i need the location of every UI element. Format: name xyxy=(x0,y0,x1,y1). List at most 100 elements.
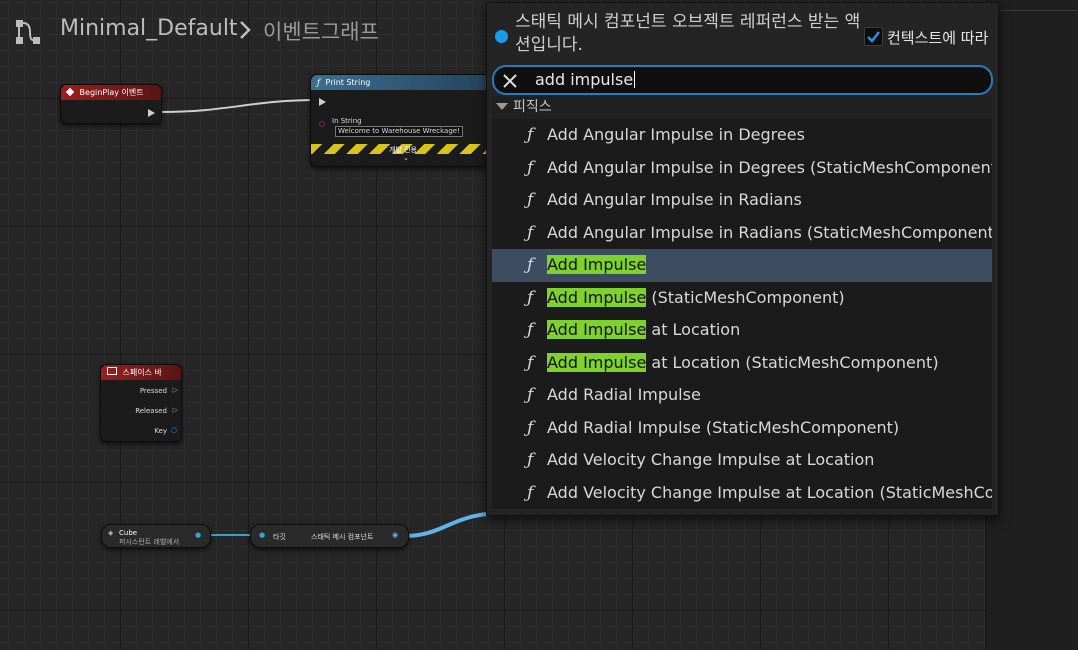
action-search-field[interactable]: add impulse xyxy=(492,65,993,95)
clear-search-icon[interactable] xyxy=(502,73,518,93)
action-item-label: Add Angular Impulse in Degrees xyxy=(547,119,805,152)
action-item-text: Add Radial Impulse (StaticMeshComponent) xyxy=(547,417,900,437)
action-item[interactable]: ƒ Add Radial Impulse xyxy=(492,379,992,412)
action-item-text: Add Angular Impulse in Degrees (StaticMe… xyxy=(547,157,992,177)
function-icon: ƒ xyxy=(527,450,534,470)
action-item-text: at Location (StaticMeshComponent) xyxy=(646,352,939,372)
get-static-mesh-component-node[interactable]: ● 타깃 스태틱 메시 컴포넌트 ◉ xyxy=(250,524,409,548)
action-item-label: Add Impulse at Location (StaticMeshCompo… xyxy=(547,347,939,380)
exec-in-pin[interactable] xyxy=(319,98,326,106)
spacebar-header: 스페이스 바 xyxy=(101,365,181,380)
component-out-pin[interactable]: ◉ xyxy=(392,531,398,539)
print-string-node[interactable]: ƒ Print String ○ In String Welcome to Wa… xyxy=(310,74,490,167)
target-pin[interactable]: ● xyxy=(259,531,265,539)
chevron-down-icon[interactable]: ⌄ xyxy=(403,154,409,162)
function-icon: ƒ xyxy=(527,320,534,340)
action-item[interactable]: ƒ Add Velocity Change Impulse at Location… xyxy=(492,477,992,510)
function-icon: ƒ xyxy=(527,482,534,503)
action-item-text: Add Angular Impulse in Radians (StaticMe… xyxy=(547,222,992,242)
pressed-pin-label: Pressed xyxy=(139,387,167,395)
target-label: 타깃 xyxy=(273,533,286,541)
action-item[interactable]: ƒ Add Velocity Change Impulse at Location xyxy=(492,444,992,477)
collapse-arrow-icon[interactable] xyxy=(496,103,508,110)
category-label: 피직스 xyxy=(513,99,552,115)
category-physics[interactable]: 피직스 xyxy=(492,96,992,119)
action-item-text: Add Angular Impulse in Radians xyxy=(547,190,802,209)
action-item[interactable]: ƒ Add Impulse at Location (StaticMeshComp… xyxy=(492,347,992,380)
released-exec-pin[interactable]: ▷ xyxy=(173,406,178,414)
action-item[interactable]: ƒ Add Angular Impulse in Degrees (StaticM… xyxy=(492,152,992,185)
checkmark-icon xyxy=(867,31,880,43)
keyboard-icon xyxy=(107,367,117,375)
in-string-input[interactable]: Welcome to Warehouse Wreckage! xyxy=(335,126,463,137)
function-icon: ƒ xyxy=(527,352,534,373)
function-icon: ƒ xyxy=(527,385,534,405)
beginplay-title: BeginPlay 이벤트 xyxy=(79,88,144,97)
spacebar-node[interactable]: 스페이스 바 Pressed ▷ Released ▷ Key ○ xyxy=(100,364,182,442)
action-item-text: Add Angular Impulse in Degrees xyxy=(547,125,805,144)
string-pin-icon[interactable]: ○ xyxy=(319,120,325,128)
search-value: add impulse xyxy=(535,70,634,89)
cube-reference-node[interactable]: ◈ Cube 퍼시스턴트 레벨에서 ● xyxy=(101,524,211,548)
action-menu-popup: 스태틱 메시 컴포넌트 오브젝트 레퍼런스 받는 액션입니다. 컨텍스트에 따라… xyxy=(486,2,999,516)
search-match-highlight: Add Impulse xyxy=(547,287,647,307)
action-item-label: Add Impulse xyxy=(547,249,647,282)
key-pin-label: Key xyxy=(154,427,167,435)
action-item-label: Add Angular Impulse in Degrees (StaticMe… xyxy=(547,152,992,185)
action-item[interactable]: ƒ Add Angular Impulse in Degrees xyxy=(492,119,992,152)
in-string-label: In String xyxy=(332,117,362,125)
function-icon: ƒ xyxy=(527,190,534,210)
action-item-label: Add Impulse at Location xyxy=(547,314,740,347)
print-string-title: Print String xyxy=(325,78,371,87)
cube-title: Cube xyxy=(119,529,138,537)
cube-out-pin[interactable]: ● xyxy=(195,531,201,539)
context-title: 스태틱 메시 컴포넌트 오브젝트 레퍼런스 받는 액션입니다. xyxy=(515,12,861,55)
action-item-text: Add Velocity Change Impulse at Location xyxy=(547,450,875,469)
function-icon: ƒ xyxy=(527,157,534,178)
action-item-label: Add Angular Impulse in Radians (StaticMe… xyxy=(547,217,992,250)
action-item-label: Add Radial Impulse xyxy=(547,379,701,412)
action-item[interactable]: ƒ Add Impulse (StaticMeshComponent) xyxy=(492,282,992,315)
context-sensitive-checkbox[interactable] xyxy=(864,27,883,46)
search-match-highlight: Add Impulse xyxy=(547,352,647,372)
cube-icon: ◈ xyxy=(108,529,114,537)
action-item-text: at Location xyxy=(646,320,741,339)
search-match-highlight: Add Impulse xyxy=(547,255,647,274)
action-item[interactable]: ƒ Add Impulse at Location xyxy=(492,314,992,347)
exec-wire xyxy=(159,99,319,113)
context-object-icon xyxy=(495,30,508,43)
action-item[interactable]: ƒ Add Angular Impulse in Radians xyxy=(492,184,992,217)
function-icon: ƒ xyxy=(527,255,534,275)
pressed-exec-pin[interactable]: ▷ xyxy=(173,386,178,394)
action-item-label: Add Radial Impulse (StaticMeshComponent) xyxy=(547,412,899,445)
key-struct-pin[interactable]: ○ xyxy=(171,426,177,434)
print-string-header: ƒ Print String xyxy=(311,75,489,90)
released-pin-label: Released xyxy=(135,407,167,415)
beginplay-node[interactable]: BeginPlay 이벤트 xyxy=(60,84,162,124)
search-input[interactable]: add impulse xyxy=(535,70,636,89)
action-item-label: Add Impulse (StaticMeshComponent) xyxy=(547,282,845,315)
function-icon: ƒ xyxy=(317,78,320,87)
action-item-label: Add Angular Impulse in Radians xyxy=(547,184,802,217)
action-item-label: Add Velocity Change Impulse at Location xyxy=(547,444,874,477)
beginplay-node-header: BeginPlay 이벤트 xyxy=(61,85,161,100)
action-item[interactable]: ƒ Add Angular Impulse in Radians (StaticM… xyxy=(492,217,992,250)
action-item-text: (StaticMeshComponent) xyxy=(646,287,845,307)
action-list: 피직스 ƒ Add Angular Impulse in Degrees ƒ Add … xyxy=(492,96,992,509)
function-icon: ƒ xyxy=(527,125,534,145)
function-icon: ƒ xyxy=(527,417,534,438)
context-sensitive-label: 컨텍스트에 따라 xyxy=(887,29,989,47)
action-item-text: Add Velocity Change Impulse at Location … xyxy=(547,482,992,502)
function-icon: ƒ xyxy=(527,222,534,243)
action-item[interactable]: ƒ Add Radial Impulse (StaticMeshComponent… xyxy=(492,412,992,445)
spacebar-title: 스페이스 바 xyxy=(122,368,162,377)
function-icon: ƒ xyxy=(527,287,534,308)
exec-out-pin[interactable] xyxy=(148,109,155,117)
action-item-text: Add Radial Impulse xyxy=(547,385,701,404)
component-label: 스태틱 메시 컴포넌트 xyxy=(311,533,374,541)
search-match-highlight: Add Impulse xyxy=(547,320,647,339)
cube-subtitle: 퍼시스턴트 레벨에서 xyxy=(119,538,180,546)
action-item-label: Add Velocity Change Impulse at Location … xyxy=(547,477,992,510)
action-item[interactable]: ƒ Add Impulse xyxy=(492,249,992,282)
event-diamond-icon xyxy=(65,87,75,97)
